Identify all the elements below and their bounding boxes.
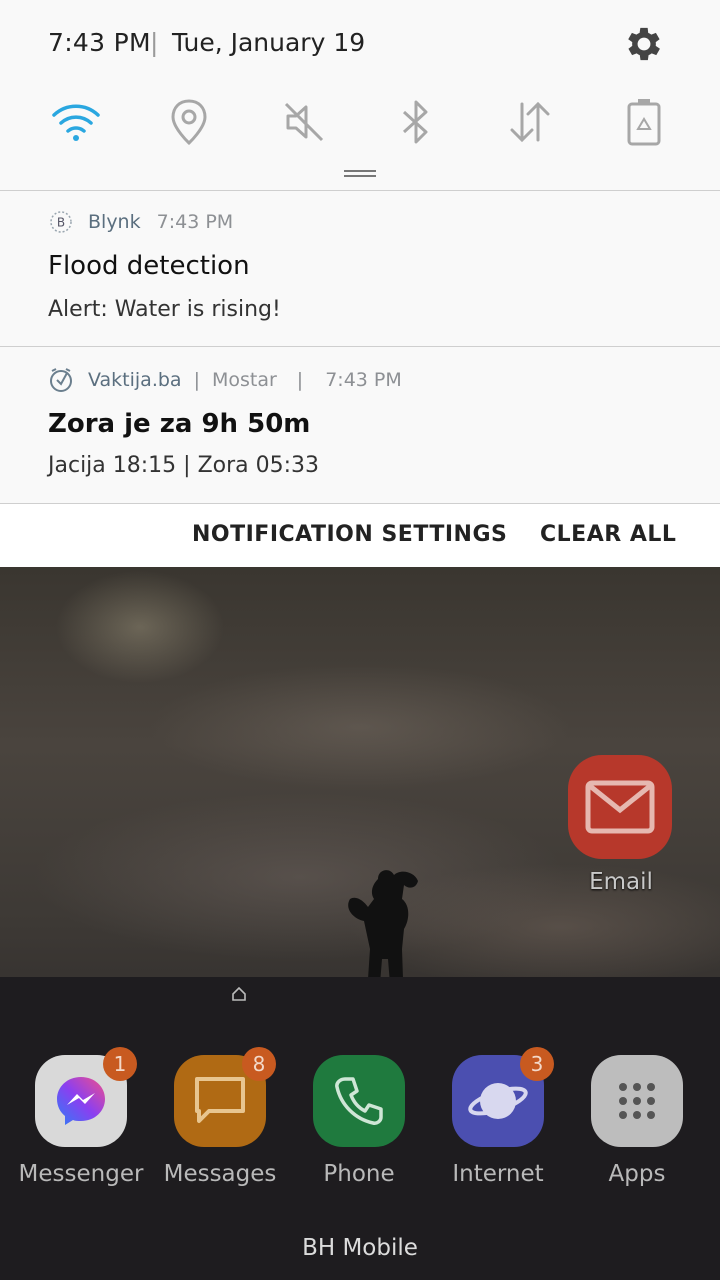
status-time: 7:43 PM [48,28,151,57]
notification-actions: NOTIFICATION SETTINGS CLEAR ALL [0,504,720,567]
phone-app[interactable]: Phone [289,1055,429,1187]
messenger-icon: 1 [35,1047,137,1147]
settings-gear-icon[interactable] [622,22,666,66]
notification-shade: 7:43 PM | Tue, January 19 B Blynk 7:43 P… [0,0,720,567]
notification-title: Zora je za 9h 50m [48,409,311,439]
messages-label: Messages [163,1161,277,1187]
notification-header: Vaktija.ba | Mostar | 7:43 PM [48,367,402,393]
sound-mute-icon[interactable] [274,92,334,152]
location-icon[interactable] [159,92,219,152]
notification-time: 7:43 PM [325,369,402,391]
email-label: Email [589,869,653,895]
apps-grid-icon [591,1055,683,1147]
status-bar: 7:43 PM | Tue, January 19 [0,0,720,90]
blynk-icon-letter: B [57,216,65,230]
status-date: Tue, January 19 [172,28,366,57]
notification-body: Alert: Water is rising! [48,297,281,322]
blynk-app-icon: B [48,209,74,235]
messenger-label: Messenger [18,1161,144,1187]
quick-settings-row [0,92,720,152]
wifi-icon[interactable] [46,92,106,152]
email-app[interactable]: Email [568,755,674,895]
internet-icon: 3 [452,1047,554,1147]
notification-time: 7:43 PM [156,211,234,233]
internet-app[interactable]: 3 Internet [428,1047,568,1187]
home-page-indicator-icon [232,987,246,1001]
messenger-badge: 1 [103,1047,137,1081]
phone-icon [313,1055,405,1147]
notification-separator: | [193,369,200,391]
bluetooth-icon[interactable] [386,92,446,152]
internet-badge: 3 [520,1047,554,1081]
notification-body: Jacija 18:15 | Zora 05:33 [48,453,320,478]
notification-header: B Blynk 7:43 PM [48,209,233,235]
phone-label: Phone [323,1161,395,1187]
messages-badge: 8 [242,1047,276,1081]
notification-app-name: Vaktija.ba [88,369,182,391]
shade-drag-handle[interactable] [344,170,376,178]
mobile-data-icon[interactable] [500,92,560,152]
vaktija-app-icon [48,367,74,393]
notification-title: Flood detection [48,251,250,281]
notification-app-name: Blynk [88,211,141,233]
notification-vaktija[interactable]: Vaktija.ba | Mostar | 7:43 PM Zora je za… [0,347,720,503]
internet-label: Internet [452,1161,544,1187]
email-icon [568,755,672,859]
messenger-app[interactable]: 1 Messenger [11,1047,151,1187]
notification-location: Mostar [211,369,277,391]
notification-settings-button[interactable]: NOTIFICATION SETTINGS [192,522,507,547]
carrier-label: BH Mobile [302,1235,418,1261]
messages-app[interactable]: 8 Messages [150,1047,290,1187]
notification-blynk[interactable]: B Blynk 7:43 PM Flood detection Alert: W… [0,191,720,346]
apps-button[interactable]: Apps [567,1055,707,1187]
power-saving-icon[interactable] [614,92,674,152]
clear-all-button[interactable]: CLEAR ALL [540,522,676,547]
status-separator: | [150,28,159,57]
apps-label: Apps [608,1161,666,1187]
home-screen: Email 1 Messenger 8 Messages Phone 3 Int… [0,567,720,1280]
notification-separator: | [296,369,304,391]
app-dock: 1 Messenger 8 Messages Phone 3 Internet [0,1047,720,1205]
messages-icon: 8 [174,1047,276,1147]
